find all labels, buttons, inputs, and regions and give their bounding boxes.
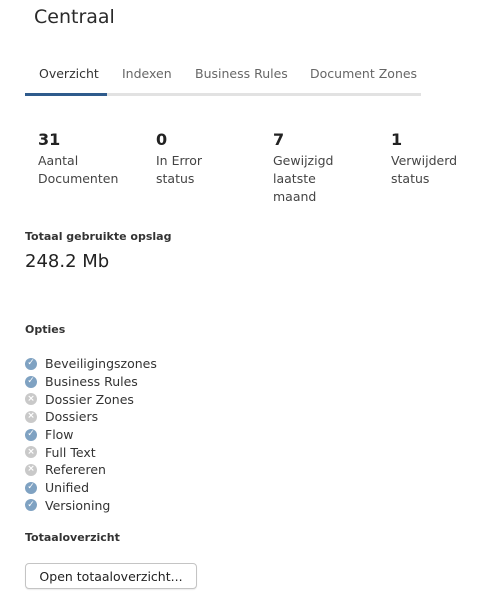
- page-title: Centraal: [34, 6, 115, 28]
- tab-document-zones[interactable]: Document Zones: [310, 66, 417, 81]
- storage-label: Totaal gebruikte opslag: [25, 230, 172, 243]
- active-tab-indicator: [25, 93, 107, 96]
- tab-bar: Overzicht Indexen Business Rules Documen…: [25, 56, 421, 96]
- option-item: ✓ Unified: [25, 479, 157, 497]
- stat-label: Verwijderd status: [391, 152, 491, 188]
- stat-deleted: 1 Verwijderd status: [391, 130, 491, 188]
- check-circle-icon: ✓: [25, 428, 37, 441]
- option-item: ✓ Beveiligingszones: [25, 355, 157, 373]
- tab-overzicht[interactable]: Overzicht: [39, 66, 99, 81]
- stat-label-line: laatste: [273, 171, 316, 186]
- open-overview-button[interactable]: Open totaaloverzicht...: [25, 563, 197, 589]
- stat-value: 7: [273, 130, 285, 149]
- stat-label-line: Verwijderd: [391, 153, 458, 168]
- check-circle-icon: ✓: [25, 499, 37, 512]
- x-circle-icon: ×: [25, 393, 37, 406]
- stat-label-line: Documenten: [38, 171, 119, 186]
- option-label: Dossier Zones: [45, 391, 134, 407]
- stat-in-error: 0 In Error status: [156, 130, 256, 188]
- stat-label: Gewijzigd laatste maand: [273, 152, 373, 206]
- x-circle-icon: ×: [25, 446, 37, 459]
- x-circle-icon: ×: [25, 463, 37, 476]
- option-label: Unified: [45, 480, 90, 496]
- stats-row: 31 Aantal Documenten 0 In Error status 7…: [38, 130, 478, 210]
- stat-label-line: status: [391, 171, 430, 186]
- options-list: ✓ Beveiligingszones ✓ Business Rules × Dossie…: [25, 355, 157, 514]
- storage-value: 248.2 Mb: [25, 251, 110, 272]
- stat-label-line: status: [156, 171, 195, 186]
- stat-label-line: Gewijzigd: [273, 153, 334, 168]
- x-circle-icon: ×: [25, 410, 37, 423]
- option-label: Dossiers: [45, 409, 99, 425]
- tab-business-rules[interactable]: Business Rules: [195, 66, 288, 81]
- stat-label: Aantal Documenten: [38, 152, 138, 188]
- stat-label-line: In Error: [156, 153, 203, 168]
- stat-value: 31: [38, 130, 61, 149]
- stat-documents: 31 Aantal Documenten: [38, 130, 138, 188]
- check-circle-icon: ✓: [25, 481, 37, 494]
- stat-modified: 7 Gewijzigd laatste maand: [273, 130, 373, 206]
- options-heading: Opties: [25, 323, 66, 336]
- option-item: ✓ Business Rules: [25, 373, 157, 391]
- stat-label-line: Aantal: [38, 153, 79, 168]
- option-label: Flow: [45, 427, 74, 443]
- option-label: Versioning: [45, 497, 111, 513]
- tab-indexen[interactable]: Indexen: [122, 66, 172, 81]
- option-label: Business Rules: [45, 374, 138, 390]
- option-item: × Full Text: [25, 443, 157, 461]
- option-item: × Refereren: [25, 461, 157, 479]
- stat-value: 0: [156, 130, 168, 149]
- check-circle-icon: ✓: [25, 357, 37, 370]
- option-item: ✓ Versioning: [25, 497, 157, 515]
- option-label: Full Text: [45, 444, 96, 460]
- overview-heading: Totaaloverzicht: [25, 531, 120, 544]
- option-item: × Dossiers: [25, 408, 157, 426]
- check-circle-icon: ✓: [25, 375, 37, 388]
- option-item: × Dossier Zones: [25, 390, 157, 408]
- stat-label-line: maand: [273, 189, 317, 204]
- stat-label: In Error status: [156, 152, 256, 188]
- option-label: Refereren: [45, 462, 106, 478]
- stat-value: 1: [391, 130, 403, 149]
- option-item: ✓ Flow: [25, 426, 157, 444]
- option-label: Beveiligingszones: [45, 356, 157, 372]
